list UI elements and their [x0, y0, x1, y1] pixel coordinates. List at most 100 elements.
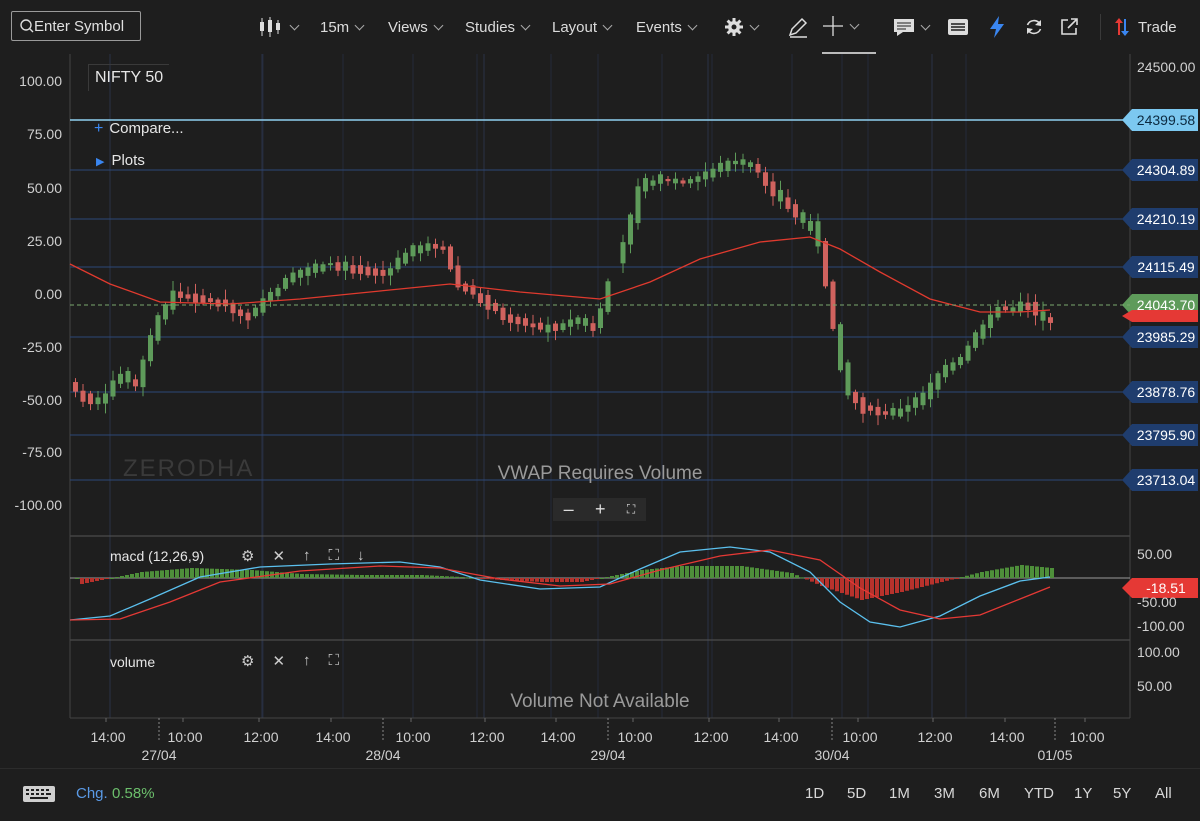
- macd-histogram-bar: [95, 578, 99, 581]
- macd-histogram-bar: [835, 578, 839, 592]
- macd-histogram-bar: [335, 574, 339, 578]
- price-tag-label: 24210.19: [1137, 211, 1196, 227]
- range-6m[interactable]: 6M: [979, 785, 1000, 802]
- studies-menu[interactable]: Studies: [465, 0, 531, 54]
- macd-histogram-bar: [670, 567, 674, 578]
- zoom-in-icon[interactable]: +: [595, 499, 606, 520]
- macd-histogram-bar: [555, 578, 559, 582]
- settings-button[interactable]: [724, 0, 760, 54]
- close-icon[interactable]: ✕: [272, 652, 285, 670]
- macd-histogram-bar: [700, 566, 704, 578]
- info-panel-button[interactable]: [893, 0, 931, 54]
- price-tag-label: 23878.76: [1137, 384, 1196, 400]
- macd-histogram-bar: [610, 576, 614, 578]
- draw-button[interactable]: [787, 0, 809, 54]
- gear-icon[interactable]: ⚙: [241, 652, 254, 670]
- plots-toggle[interactable]: ▶ Plots: [96, 152, 145, 169]
- arrow-down-icon[interactable]: ↓: [357, 547, 365, 565]
- macd-histogram-bar: [305, 574, 309, 578]
- macd-histogram-bar: [405, 575, 409, 578]
- range-all[interactable]: All: [1155, 785, 1172, 802]
- price-tag-label: 23795.90: [1137, 427, 1196, 443]
- refresh-button[interactable]: [1024, 0, 1044, 54]
- macd-histogram-bar: [830, 578, 834, 590]
- time-axis-label: 14:00: [90, 729, 125, 745]
- macd-histogram-bar: [535, 578, 539, 582]
- date-axis-label: 29/04: [590, 747, 625, 763]
- chevron-down-icon: [602, 20, 613, 30]
- macd-histogram-bar: [385, 575, 389, 578]
- events-menu[interactable]: Events: [636, 0, 698, 54]
- macd-histogram-bar: [795, 575, 799, 578]
- macd-histogram-bar: [265, 571, 269, 578]
- expand-icon[interactable]: ⛶: [329, 547, 340, 565]
- date-axis-label: 28/04: [365, 747, 400, 763]
- search-placeholder: Enter Symbol: [34, 17, 125, 35]
- price-tag[interactable]: 23713.04: [1122, 469, 1198, 491]
- macd-histogram-bar: [880, 578, 884, 596]
- macd-histogram-bar: [170, 569, 174, 578]
- change-value: 0.58%: [112, 785, 155, 802]
- macd-histogram-bar: [905, 578, 909, 591]
- time-axis-label: 10:00: [617, 729, 652, 745]
- macd-histogram-bar: [445, 576, 449, 578]
- price-tag[interactable]: 23878.76: [1122, 381, 1198, 403]
- right-axis-tick: 24500.00: [1137, 59, 1196, 75]
- range-ytd[interactable]: YTD: [1024, 785, 1054, 802]
- price-tag[interactable]: 24304.89: [1122, 159, 1198, 181]
- interval-dropdown[interactable]: 15m: [320, 0, 365, 54]
- price-tag[interactable]: 23985.29: [1122, 326, 1198, 348]
- price-tag[interactable]: 23795.90: [1122, 424, 1198, 446]
- views-menu[interactable]: Views: [388, 0, 444, 54]
- zoom-out-icon[interactable]: –: [564, 499, 574, 520]
- popout-button[interactable]: [1059, 0, 1079, 54]
- range-1d[interactable]: 1D: [805, 785, 824, 802]
- macd-histogram-bar: [550, 578, 554, 582]
- range-1m[interactable]: 1M: [889, 785, 910, 802]
- expand-icon[interactable]: ⛶: [329, 652, 340, 670]
- range-3m[interactable]: 3M: [934, 785, 955, 802]
- trade-button[interactable]: Trade: [1114, 0, 1177, 54]
- macd-histogram-bar: [415, 575, 419, 578]
- quick-actions-button[interactable]: [988, 0, 1006, 54]
- data-table-button[interactable]: [947, 0, 969, 54]
- macd-histogram-bar: [855, 578, 859, 599]
- chart-type-button[interactable]: [258, 0, 300, 54]
- time-axis-label: 14:00: [315, 729, 350, 745]
- macd-histogram-bar: [690, 566, 694, 578]
- range-5y[interactable]: 5Y: [1113, 785, 1131, 802]
- macd-histogram-bar: [940, 578, 944, 582]
- left-axis-tick: 100.00: [19, 73, 62, 89]
- compare-button[interactable]: + Compare...: [94, 120, 184, 138]
- macd-histogram-bar: [365, 575, 369, 578]
- date-axis-label: 30/04: [814, 747, 849, 763]
- arrow-up-icon[interactable]: ↑: [303, 547, 311, 565]
- macd-histogram-bar: [720, 566, 724, 578]
- fullscreen-icon[interactable]: ⛶: [627, 502, 635, 517]
- chart-canvas[interactable]: 24399.5824304.8924210.1924115.4924043.70…: [0, 54, 1200, 768]
- macd-histogram-bar: [785, 572, 789, 578]
- range-1y[interactable]: 1Y: [1074, 785, 1092, 802]
- symbol-search[interactable]: Enter Symbol: [11, 11, 141, 41]
- gear-icon[interactable]: ⚙: [241, 547, 254, 565]
- price-tag[interactable]: 24399.58: [1122, 109, 1198, 131]
- macd-histogram-bar: [185, 568, 189, 578]
- arrow-up-icon[interactable]: ↑: [303, 652, 311, 670]
- macd-histogram-bar: [1015, 565, 1019, 578]
- chart-background: [0, 54, 1200, 768]
- macd-histogram-bar: [1020, 565, 1024, 578]
- chevron-down-icon: [687, 20, 698, 30]
- price-tag[interactable]: 24115.49: [1122, 256, 1198, 278]
- macd-histogram-bar: [160, 570, 164, 578]
- macd-histogram-bar: [190, 568, 194, 578]
- keyboard-icon[interactable]: [22, 784, 56, 809]
- macd-histogram-bar: [590, 578, 594, 580]
- crosshair-button[interactable]: [822, 0, 876, 54]
- close-icon[interactable]: ✕: [272, 547, 285, 565]
- price-tag[interactable]: 24210.19: [1122, 208, 1198, 230]
- macd-histogram-bar: [805, 578, 809, 580]
- macd-histogram-bar: [380, 575, 384, 578]
- range-5d[interactable]: 5D: [847, 785, 866, 802]
- zoom-controls: – + ⛶: [553, 498, 646, 521]
- layout-menu[interactable]: Layout: [552, 0, 613, 54]
